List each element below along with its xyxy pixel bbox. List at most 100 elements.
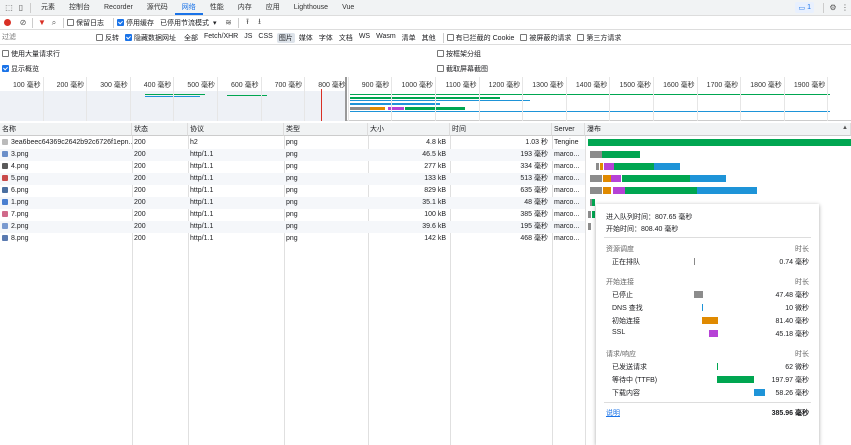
cell-protocol: http/1.1 <box>190 175 214 182</box>
column-header-4[interactable]: 大小 <box>368 123 450 136</box>
filter-icon[interactable]: ▼ <box>36 17 48 29</box>
cell-name: 5.png <box>0 173 132 185</box>
cell-name: 3ea6beec64369c2642b92c6726f1epn... <box>0 137 132 149</box>
cell-type: png <box>286 199 298 206</box>
tab-9[interactable]: Vue <box>335 1 361 15</box>
column-header-2[interactable]: 协议 <box>188 123 284 136</box>
type-filter-2[interactable]: JS <box>242 33 254 43</box>
tab-6[interactable]: 内存 <box>231 1 259 15</box>
cell-status: 200 <box>134 151 146 158</box>
duration-header: 时长 <box>795 351 809 358</box>
hide-data-urls-checkbox[interactable]: 隐藏数据网址 <box>125 33 176 43</box>
throttling-select[interactable]: 已停用节流模式 ▾ <box>160 18 217 28</box>
checkbox-icon <box>96 34 103 41</box>
network-conditions-icon[interactable]: ≋ <box>223 17 235 29</box>
column-header-0[interactable]: 名称 <box>0 123 132 136</box>
export-har-icon[interactable]: ⭳ <box>254 17 266 29</box>
waterfall-bar <box>600 163 603 170</box>
type-filter-8[interactable]: WS <box>357 33 372 43</box>
device-toolbar-icon[interactable]: ▯ <box>15 2 27 14</box>
tab-2[interactable]: Recorder <box>97 1 140 15</box>
type-filter-9[interactable]: Wasm <box>374 33 398 43</box>
timing-label: 等待中 (TTFB) <box>612 377 658 384</box>
filter-input[interactable] <box>2 32 90 43</box>
overview-tick-label: 1000 毫秒 <box>401 82 433 89</box>
tab-0[interactable]: 元素 <box>34 1 62 15</box>
cell-protocol: h2 <box>190 139 198 146</box>
column-header-3[interactable]: 类型 <box>284 123 368 136</box>
tab-4[interactable]: 网络 <box>174 1 203 15</box>
type-filter-4[interactable]: 图片 <box>276 32 295 43</box>
tab-3[interactable]: 源代码 <box>140 1 175 15</box>
search-icon[interactable]: ⌕ <box>48 17 60 29</box>
column-header-1[interactable]: 状态 <box>132 123 188 136</box>
type-filter-11[interactable]: 其他 <box>420 33 438 43</box>
table-row[interactable]: 2.png 200 http/1.1 png 39.6 kB 195 毫秒 marco... <box>0 221 585 233</box>
divider <box>442 32 444 43</box>
cell-status: 200 <box>134 163 146 170</box>
divider <box>604 237 811 238</box>
type-filter-5[interactable]: 媒体 <box>297 33 315 43</box>
sort-ascending-icon[interactable]: ▲ <box>842 125 848 131</box>
overview-tick-label: 400 毫秒 <box>143 82 172 89</box>
more-options-icon[interactable]: ⋮ <box>839 2 851 14</box>
response-header: 请求/响应 <box>606 351 636 358</box>
timing-label: DNS 查找 <box>612 305 643 312</box>
overview-tick-label: 1900 毫秒 <box>793 82 826 89</box>
tab-7[interactable]: 应用 <box>259 1 287 15</box>
overview-gridline <box>653 77 654 121</box>
overview-tick-label: 800 毫秒 <box>318 82 346 89</box>
cell-time: 195 毫秒 <box>520 223 548 230</box>
timing-value: 0.74 毫秒 <box>779 259 809 266</box>
table-row[interactable]: 1.png 200 http/1.1 png 35.1 kB 48 毫秒 marco... <box>0 197 585 209</box>
timing-value: 81.40 毫秒 <box>775 318 809 325</box>
image-file-icon <box>2 163 8 170</box>
capture-screenshots-checkbox[interactable]: 截取屏幕截图 <box>437 64 488 74</box>
preserve-log-checkbox[interactable]: 保留日志 <box>67 18 104 28</box>
cell-size: 100 kB <box>424 211 446 218</box>
table-row[interactable]: 3ea6beec64369c2642b92c6726f1epn... 200 h2 p… <box>0 137 585 149</box>
type-filter-10[interactable]: 清单 <box>400 33 418 43</box>
invert-checkbox[interactable]: 反转 <box>96 33 119 43</box>
table-row[interactable]: 7.png 200 http/1.1 png 100 kB 385 毫秒 marco... <box>0 209 585 221</box>
overview-timeline[interactable]: 100 毫秒 200 毫秒 300 毫秒 400 毫秒 500 毫秒 600 毫秒 700 … <box>0 77 851 121</box>
blocked-cookies-checkbox[interactable]: 有已拦截的 Cookie <box>446 33 515 43</box>
type-filter-0[interactable]: 全部 <box>182 33 200 43</box>
record-icon[interactable] <box>4 19 11 26</box>
clear-icon[interactable]: ⊘ <box>17 17 29 29</box>
type-filter-6[interactable]: 字体 <box>317 33 335 43</box>
gear-icon[interactable]: ⚙ <box>827 2 839 14</box>
overview-gridline <box>304 77 306 121</box>
tab-8[interactable]: Lighthouse <box>287 1 335 15</box>
tab-1[interactable]: 控制台 <box>62 1 97 15</box>
large-rows-checkbox[interactable]: 使用大量请求行 <box>2 49 431 59</box>
inspect-element-icon[interactable]: ⬚ <box>3 2 15 14</box>
table-row[interactable]: 3.png 200 http/1.1 png 46.5 kB 193 毫秒 marco... <box>0 149 585 161</box>
cell-status: 200 <box>134 187 146 194</box>
overview-gridline <box>435 77 436 121</box>
table-row[interactable]: 8.png 200 http/1.1 png 142 kB 468 毫秒 marco... <box>0 233 585 245</box>
timing-value: 45.18 毫秒 <box>775 331 809 338</box>
tab-5[interactable]: 性能 <box>203 1 231 15</box>
type-filter-1[interactable]: Fetch/XHR <box>202 33 240 43</box>
cell-time: 193 毫秒 <box>520 151 548 158</box>
show-overview-checkbox[interactable]: 显示概览 <box>2 64 431 74</box>
network-toolbar: ⊘ ▼ ⌕ 保留日志 停用缓存 已停用节流模式 ▾ ≋ ⭱ ⭳ <box>0 16 851 30</box>
blocked-cookies-label: 有已拦截的 Cookie <box>455 34 515 42</box>
type-filter-3[interactable]: CSS <box>256 33 274 43</box>
third-party-checkbox[interactable]: 第三方请求 <box>577 33 621 43</box>
table-row[interactable]: 6.png 200 http/1.1 png 829 kB 635 毫秒 marco... <box>0 185 585 197</box>
blocked-requests-checkbox[interactable]: 被屏蔽的请求 <box>520 33 571 43</box>
group-by-frame-checkbox[interactable]: 按框架分组 <box>437 49 481 59</box>
table-row[interactable]: 4.png 200 http/1.1 png 277 kB 334 毫秒 marco... <box>0 161 585 173</box>
issues-button[interactable]: ▭ 1 <box>795 2 814 13</box>
column-header-6[interactable]: Server <box>552 123 585 136</box>
column-header-5[interactable]: 时间 <box>450 123 552 136</box>
column-header-7[interactable]: 瀑布 <box>585 123 851 136</box>
timing-value: 47.48 毫秒 <box>775 292 809 299</box>
type-filter-7[interactable]: 文档 <box>337 33 355 43</box>
disable-cache-checkbox[interactable]: 停用缓存 <box>117 18 154 28</box>
import-har-icon[interactable]: ⭱ <box>242 17 254 29</box>
explanation-link[interactable]: 说明 <box>606 408 620 418</box>
table-row[interactable]: 5.png 200 http/1.1 png 133 kB 513 毫秒 marco... <box>0 173 585 185</box>
